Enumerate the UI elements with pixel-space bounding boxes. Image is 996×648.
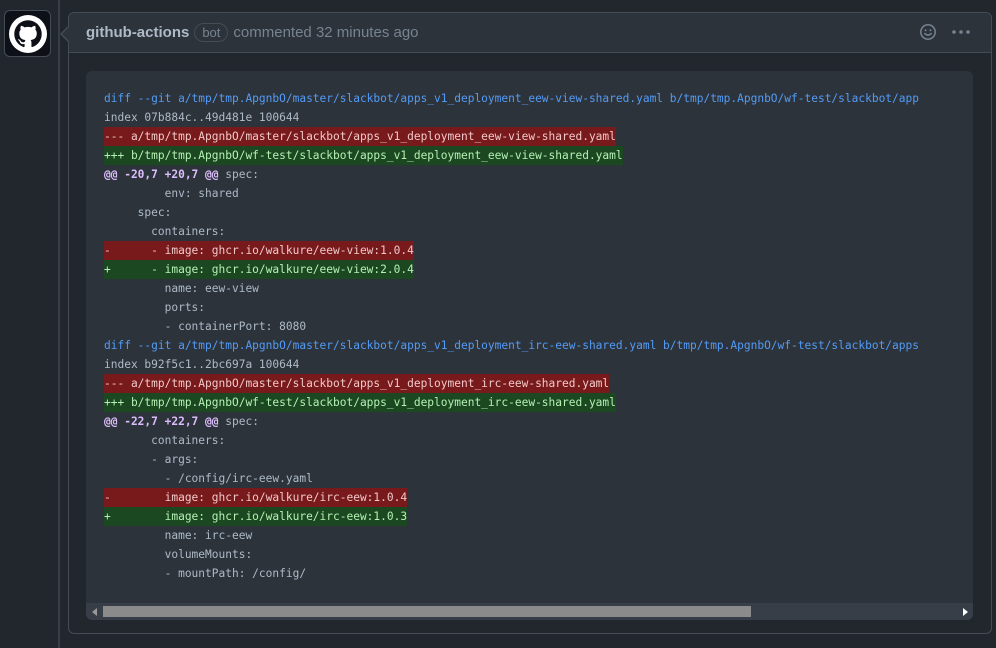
- timeline-line: [58, 0, 60, 648]
- hunk-header-context: spec:: [218, 168, 259, 181]
- diff-line-hunk: @@ -20,7 +20,7 @@ spec:: [104, 165, 973, 184]
- comment-header: github-actions bot commented 32 minutes …: [69, 13, 991, 53]
- comment-header-actions: [919, 23, 971, 41]
- diff-line-del: --- a/tmp/tmp.ApgnbO/master/slackbot/app…: [104, 374, 973, 393]
- diff-line-ctx: index b92f5c1..2bc697a 100644: [104, 355, 973, 374]
- diff-line-text: - mountPath: /config/: [104, 567, 307, 580]
- diff-line-hunk: @@ -22,7 +22,7 @@ spec:: [104, 412, 973, 431]
- scrollbar-thumb[interactable]: [103, 606, 751, 617]
- comment-body: diff --git a/tmp/tmp.ApgnbO/master/slack…: [69, 53, 991, 620]
- diff-line-text: diff --git a/tmp/tmp.ApgnbO/master/slack…: [104, 339, 919, 352]
- diff-line-ctx: - mountPath: /config/: [104, 564, 973, 583]
- avatar[interactable]: [4, 10, 51, 57]
- diff-line-text: - - image: ghcr.io/walkure/eew-view:1.0.…: [104, 241, 414, 260]
- diff-line-meta: diff --git a/tmp/tmp.ApgnbO/master/slack…: [104, 89, 973, 108]
- diff-line-ctx: - args:: [104, 450, 973, 469]
- diff-line-ctx: name: irc-eew: [104, 526, 973, 545]
- scroll-left-button[interactable]: [86, 603, 103, 620]
- diff-line-text: + - image: ghcr.io/walkure/eew-view:2.0.…: [104, 260, 414, 279]
- diff-line-ctx: - /config/irc-eew.yaml: [104, 469, 973, 488]
- hunk-header-context: spec:: [218, 415, 259, 428]
- diff-line-text: index 07b884c..49d481e 100644: [104, 111, 300, 124]
- diff-code-block[interactable]: diff --git a/tmp/tmp.ApgnbO/master/slack…: [86, 71, 973, 620]
- diff-line-ctx: - containerPort: 8080: [104, 317, 973, 336]
- scroll-right-button[interactable]: [956, 603, 973, 620]
- diff-line-ctx: name: eew-view: [104, 279, 973, 298]
- comment-timestamp[interactable]: commented 32 minutes ago: [233, 24, 418, 41]
- diff-line-text: volumeMounts:: [104, 548, 253, 561]
- diff-line-ctx: containers:: [104, 431, 973, 450]
- diff-lines: diff --git a/tmp/tmp.ApgnbO/master/slack…: [104, 89, 973, 583]
- hunk-header-marker: @@ -22,7 +22,7 @@: [104, 415, 219, 428]
- diff-line-del: --- a/tmp/tmp.ApgnbO/master/slackbot/app…: [104, 127, 973, 146]
- diff-line-text: +++ b/tmp/tmp.ApgnbO/wf-test/slackbot/ap…: [104, 393, 616, 412]
- comment-author-link[interactable]: github-actions: [86, 24, 189, 41]
- bot-badge: bot: [194, 23, 229, 42]
- diff-line-ctx: containers:: [104, 222, 973, 241]
- diff-line-text: - image: ghcr.io/walkure/irc-eew:1.0.4: [104, 488, 408, 507]
- diff-line-text: name: irc-eew: [104, 529, 253, 542]
- diff-line-text: spec:: [104, 206, 172, 219]
- diff-line-text: env: shared: [104, 187, 239, 200]
- diff-line-ctx: index 07b884c..49d481e 100644: [104, 108, 973, 127]
- diff-line-meta: diff --git a/tmp/tmp.ApgnbO/master/slack…: [104, 336, 973, 355]
- diff-line-add: + image: ghcr.io/walkure/irc-eew:1.0.3: [104, 507, 973, 526]
- diff-line-ctx: spec:: [104, 203, 973, 222]
- diff-line-del: - image: ghcr.io/walkure/irc-eew:1.0.4: [104, 488, 973, 507]
- diff-line-text: + image: ghcr.io/walkure/irc-eew:1.0.3: [104, 507, 408, 526]
- diff-line-text: diff --git a/tmp/tmp.ApgnbO/master/slack…: [104, 92, 919, 105]
- comment-box: github-actions bot commented 32 minutes …: [60, 12, 992, 634]
- diff-line-text: +++ b/tmp/tmp.ApgnbO/wf-test/slackbot/ap…: [104, 146, 623, 165]
- hunk-header-marker: @@ -20,7 +20,7 @@: [104, 168, 219, 181]
- smiley-icon[interactable]: [919, 23, 937, 41]
- diff-line-text: name: eew-view: [104, 282, 259, 295]
- diff-line-add: +++ b/tmp/tmp.ApgnbO/wf-test/slackbot/ap…: [104, 146, 973, 165]
- diff-line-add: + - image: ghcr.io/walkure/eew-view:2.0.…: [104, 260, 973, 279]
- diff-line-ctx: env: shared: [104, 184, 973, 203]
- diff-line-ctx: volumeMounts:: [104, 545, 973, 564]
- diff-line-del: - - image: ghcr.io/walkure/eew-view:1.0.…: [104, 241, 973, 260]
- triangle-right-icon: [962, 607, 968, 616]
- horizontal-scrollbar[interactable]: [86, 603, 973, 620]
- github-octocat-icon: [8, 14, 47, 53]
- triangle-left-icon: [91, 607, 97, 616]
- diff-line-ctx: ports:: [104, 298, 973, 317]
- diff-line-text: - args:: [104, 453, 199, 466]
- kebab-horizontal-icon[interactable]: [951, 23, 971, 41]
- diff-line-text: index b92f5c1..2bc697a 100644: [104, 358, 300, 371]
- diff-line-text: ports:: [104, 301, 206, 314]
- diff-line-text: - containerPort: 8080: [104, 320, 307, 333]
- diff-line-text: containers:: [104, 225, 226, 238]
- diff-line-text: --- a/tmp/tmp.ApgnbO/master/slackbot/app…: [104, 374, 610, 393]
- diff-line-text: containers:: [104, 434, 226, 447]
- diff-line-add: +++ b/tmp/tmp.ApgnbO/wf-test/slackbot/ap…: [104, 393, 973, 412]
- diff-line-text: --- a/tmp/tmp.ApgnbO/master/slackbot/app…: [104, 127, 616, 146]
- diff-line-text: - /config/irc-eew.yaml: [104, 472, 313, 485]
